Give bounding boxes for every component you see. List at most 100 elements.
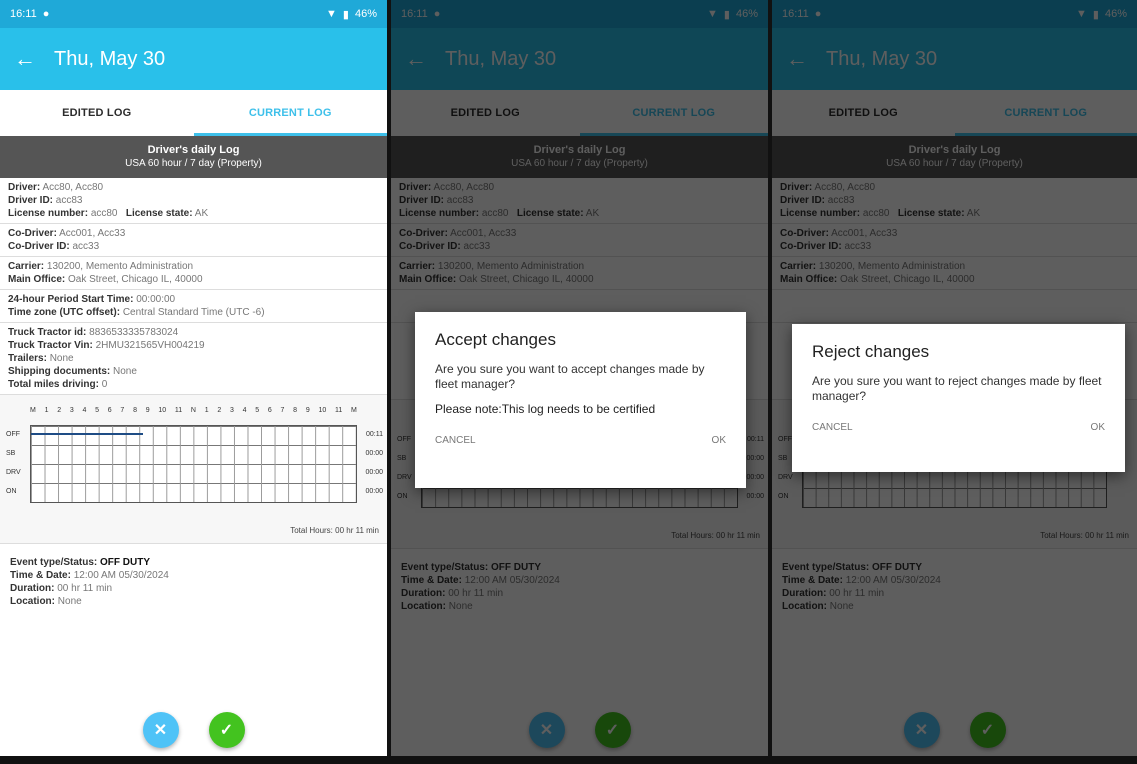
dialog-actions: CANCEL OK (812, 422, 1105, 433)
carrier-section: Carrier: 130200, Memento Administration … (0, 257, 387, 290)
location-label: Location: (10, 596, 55, 607)
vin-value: 2HMU321565VH004219 (95, 340, 205, 351)
hour-label: 10 (318, 407, 327, 414)
screen-reject-changes: 16:11● ▼▮46% ← Thu, May 30 EDITED LOG CU… (772, 0, 1137, 756)
event-time-label: Time & Date: (10, 570, 71, 581)
dialog-message: Are you sure you want to accept changes … (435, 362, 705, 391)
total-hours: Total Hours: 00 hr 11 min (290, 526, 379, 535)
accept-button[interactable]: ✓ (208, 712, 245, 748)
shipping-value: None (113, 366, 137, 377)
office-label: Main Office: (8, 274, 66, 285)
reject-button[interactable]: ✕ (142, 712, 179, 748)
period-start-value: 00:00:00 (136, 294, 176, 305)
hour-label: 8 (293, 407, 298, 414)
grid-total-on: 00:00 (365, 488, 383, 495)
grid-label-drv: DRV (6, 469, 21, 476)
codriver-id-value: acc33 (72, 241, 100, 252)
banner-title: Driver's daily Log (147, 144, 240, 156)
license-state-value: AK (194, 208, 209, 219)
driver-label: Driver: (8, 182, 41, 193)
hour-label: 4 (242, 407, 247, 414)
dialog-note: Please note:This log needs to be certifi… (435, 402, 656, 416)
codriver-label: Co-Driver: (8, 228, 57, 239)
dialog-cancel-button[interactable]: CANCEL (435, 435, 476, 446)
vin-label: Truck Tractor Vin: (8, 340, 93, 351)
driver-value: Acc80, Acc80 (42, 182, 104, 193)
hour-label: 9 (145, 407, 150, 414)
check-icon: ✓ (219, 722, 234, 739)
off-duty-line (31, 433, 143, 435)
license-state-label: License state: (125, 208, 193, 219)
hour-label: 7 (280, 407, 285, 414)
hour-label: 10 (158, 407, 167, 414)
app-bar: ← Thu, May 30 (0, 28, 387, 90)
location-value: None (57, 596, 82, 607)
miles-label: Total miles driving: (8, 379, 99, 390)
hour-label: M (351, 407, 357, 414)
hour-label: 11 (174, 407, 183, 414)
hour-label: 11 (334, 407, 343, 414)
back-arrow-icon[interactable]: ← (14, 46, 36, 72)
codriver-id-label: Co-Driver ID: (8, 241, 70, 252)
trailers-value: None (49, 353, 74, 364)
log-tabs: EDITED LOG CURRENT LOG (0, 90, 387, 136)
grid-total-off: 00:11 (366, 431, 383, 438)
hour-label: 4 (82, 407, 87, 414)
hour-label: 2 (217, 407, 222, 414)
dialog-actions: CANCEL OK (435, 435, 726, 446)
page-title: Thu, May 30 (54, 47, 166, 70)
driver-id-value: acc83 (55, 195, 83, 206)
event-type-value: OFF DUTY (100, 557, 151, 568)
dialog-cancel-button[interactable]: CANCEL (812, 422, 853, 433)
dialog-message: Are you sure you want to reject changes … (812, 374, 1102, 403)
miles-value: 0 (101, 379, 108, 390)
period-section: 24-hour Period Start Time: 00:00:00 Time… (0, 290, 387, 323)
duty-status-grid: M 1 2 3 4 5 6 7 8 9 10 11 N 1 2 3 4 5 6 7 8 9 10 11 M OFF SB DRV… (0, 395, 387, 544)
license-value: acc80 (90, 208, 118, 219)
event-details: Event type/Status: OFF DUTY Time & Date:… (0, 544, 387, 620)
screen-edited-log: 16:11 ● ▼ ▮ 46% ← Thu, May 30 EDITED LOG CU… (0, 0, 387, 756)
shipping-label: Shipping documents: (8, 366, 111, 377)
grid-label-on: ON (6, 488, 17, 495)
hour-label: N (190, 407, 196, 414)
driver-section: Driver: Acc80, Acc80 Driver ID: acc83 Li… (0, 178, 387, 224)
office-value: Oak Street, Chicago IL, 40000 (68, 274, 203, 285)
reject-changes-dialog: Reject changes Are you sure you want to … (792, 324, 1125, 472)
hour-label: 1 (44, 407, 49, 414)
tracker-label: Truck Tractor id: (8, 327, 87, 338)
dialog-title: Reject changes (812, 342, 930, 361)
log-grid (30, 425, 357, 503)
grid-label-sb: SB (6, 450, 16, 457)
trailers-label: Trailers: (8, 353, 47, 364)
dialog-title: Accept changes (435, 330, 556, 349)
hour-labels: M 1 2 3 4 5 6 7 8 9 10 11 N 1 2 3 4 5 6 7 8 9 10 11 M (30, 407, 357, 414)
hour-label: 7 (120, 407, 125, 414)
hour-label: 3 (229, 407, 234, 414)
accept-changes-dialog: Accept changes Are you sure you want to … (415, 312, 746, 488)
codriver-value: Acc001, Acc33 (59, 228, 126, 239)
status-time: 16:11 (10, 8, 37, 20)
carrier-label: Carrier: (8, 261, 45, 272)
truck-section: Truck Tractor id: 8836533335783024 Truck… (0, 323, 387, 395)
hour-label: 6 (267, 407, 272, 414)
dialog-ok-button[interactable]: OK (712, 435, 726, 446)
driver-id-label: Driver ID: (8, 195, 54, 206)
hour-label: M (30, 407, 36, 414)
duration-label: Duration: (10, 583, 55, 594)
screen-accept-changes: 16:11● ▼▮46% ← Thu, May 30 EDITED LOG CU… (391, 0, 768, 756)
battery-percent: 46% (354, 8, 377, 20)
hour-label: 9 (305, 407, 310, 414)
tab-edited-log[interactable]: EDITED LOG (0, 107, 194, 119)
status-bar: 16:11 ● ▼ ▮ 46% (0, 0, 387, 28)
battery-icon: ▮ (342, 8, 349, 21)
codriver-section: Co-Driver: Acc001, Acc33 Co-Driver ID: a… (0, 224, 387, 257)
period-start-label: 24-hour Period Start Time: (8, 294, 134, 305)
license-label: License number: (8, 208, 89, 219)
navigation-bar (0, 756, 1137, 764)
close-icon: ✕ (153, 722, 168, 739)
tab-current-log[interactable]: CURRENT LOG (194, 107, 388, 119)
hour-label: 1 (204, 407, 209, 414)
hour-label: 6 (107, 407, 112, 414)
wifi-icon: ▼ (326, 8, 337, 20)
dialog-ok-button[interactable]: OK (1091, 422, 1105, 433)
